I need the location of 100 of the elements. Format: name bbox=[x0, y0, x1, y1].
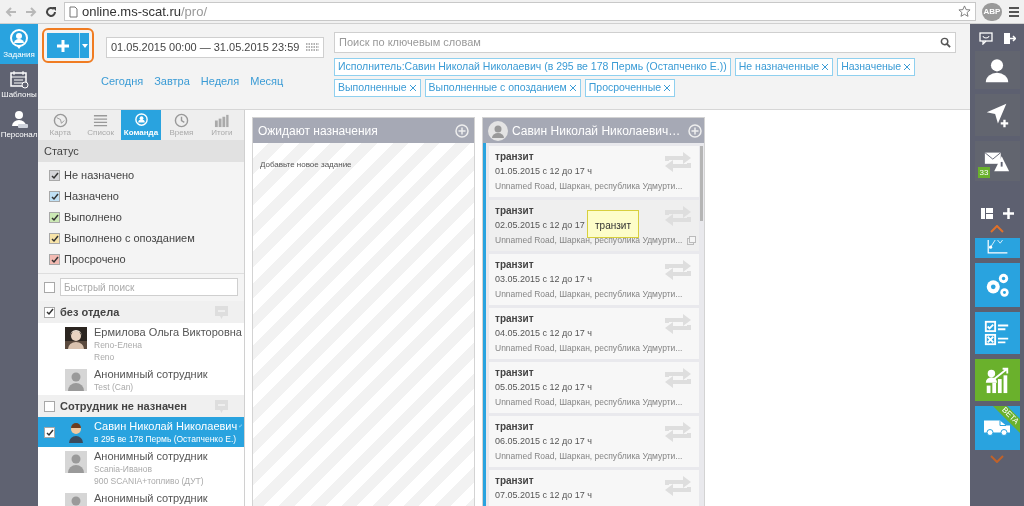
status-label: Выполнено с опозданием bbox=[64, 231, 195, 247]
check-icon bbox=[50, 192, 59, 201]
close-icon[interactable] bbox=[408, 84, 417, 92]
list-icon bbox=[93, 113, 109, 128]
range-link[interactable]: Завтра bbox=[154, 73, 190, 90]
filter-tag[interactable]: Просроченные bbox=[584, 79, 675, 97]
search-icon[interactable] bbox=[940, 37, 951, 48]
employee-detail: Reno-Елена bbox=[94, 339, 143, 351]
task-card[interactable]: транзит 02.05.2015 с 12 до 17 транзит Unnamed Road, Шаркан, республика Удмурти... bbox=[489, 200, 699, 251]
task-date: 05.05.2015 с 12 до 17 ч bbox=[495, 381, 592, 394]
layout-icon[interactable] bbox=[980, 207, 993, 219]
task-card[interactable]: транзит 01.05.2015 с 12 до 17 ч Unnamed Road, Шаркан, республика Удмурти... bbox=[489, 146, 699, 197]
sidebar-tile[interactable] bbox=[974, 238, 1020, 258]
task-address: Unnamed Road, Шаркан, республика Удмурти... bbox=[495, 450, 683, 463]
avatar-icon bbox=[488, 120, 508, 141]
nav-item[interactable]: Персонал bbox=[0, 104, 38, 144]
star-icon[interactable] bbox=[958, 5, 971, 18]
menu-icon[interactable] bbox=[1008, 5, 1020, 18]
filter-tag[interactable]: Не назначенные bbox=[734, 58, 834, 76]
filter-tag[interactable]: Выполненные bbox=[334, 79, 421, 97]
checklist-icon bbox=[983, 319, 1011, 347]
repeat-icon bbox=[663, 259, 693, 281]
checkbox[interactable] bbox=[44, 306, 55, 318]
checkbox[interactable] bbox=[44, 427, 55, 438]
employee-detail: Scania-Иванов bbox=[94, 463, 153, 475]
repeat-icon bbox=[663, 313, 693, 335]
task-title: транзит bbox=[495, 150, 534, 164]
search-field[interactable]: Быстрый поиск bbox=[60, 278, 238, 296]
task-card[interactable]: транзит 05.05.2015 с 12 до 17 ч Unnamed Road, Шаркан, республика Удмурти... bbox=[489, 362, 699, 413]
employee-name: Савин Николай Николаевич bbox=[94, 419, 238, 433]
task-address: Unnamed Road, Шаркан, республика Удмурти... bbox=[495, 234, 683, 247]
employee-row[interactable]: Анонимный сотрудник bbox=[38, 489, 244, 506]
logout-icon[interactable] bbox=[1002, 31, 1016, 45]
checkbox[interactable] bbox=[49, 254, 60, 265]
sidebar-tile[interactable] bbox=[974, 312, 1020, 354]
employee-name: Анонимный сотрудник bbox=[94, 367, 208, 381]
url-text: online.ms-scat.ru/pro/ bbox=[82, 2, 207, 21]
plus-icon[interactable] bbox=[1002, 207, 1014, 219]
employee-detail: 900 SCANIA+топливо (ДУТ) bbox=[94, 475, 205, 487]
add-circle-icon[interactable] bbox=[688, 123, 703, 138]
repeat-icon bbox=[663, 421, 693, 443]
employee-row[interactable]: Савин Николай Николаевич в 295 ве 178 Пермь (Остапченко Е.) bbox=[38, 417, 244, 447]
employee-row[interactable]: Анонимный сотрудник Test (Can) bbox=[38, 365, 244, 395]
checkbox[interactable] bbox=[44, 281, 55, 293]
nav-item[interactable]: Шаблоны bbox=[0, 64, 38, 104]
chat-icon[interactable] bbox=[978, 31, 993, 45]
check-icon bbox=[45, 428, 54, 437]
count-badge: 33 bbox=[977, 167, 991, 178]
task-card[interactable]: транзит 04.05.2015 с 12 до 17 ч Unnamed Road, Шаркан, республика Удмурти... bbox=[489, 308, 699, 359]
view-tab[interactable]: Команда bbox=[120, 110, 162, 140]
task-card[interactable]: транзит 07.05.2015 с 12 до 17 ч bbox=[489, 470, 699, 506]
close-icon[interactable] bbox=[663, 84, 671, 92]
chevron-up-icon[interactable] bbox=[990, 225, 1004, 233]
calendar-grid-icon[interactable] bbox=[306, 43, 319, 52]
close-icon[interactable] bbox=[903, 63, 912, 71]
sidebar-tile[interactable] bbox=[974, 94, 1020, 136]
view-tab[interactable]: Карта bbox=[40, 110, 81, 140]
filter-tag[interactable]: Назначеные bbox=[837, 58, 916, 76]
avatar-icon bbox=[65, 369, 87, 391]
checkbox[interactable] bbox=[49, 233, 60, 244]
view-tab[interactable]: Время bbox=[161, 110, 202, 140]
filter-tag[interactable]: Выполненные с опозданием bbox=[424, 79, 581, 97]
view-tab[interactable]: Итоги bbox=[201, 110, 243, 140]
address-bar[interactable]: online.ms-scat.ru/pro/ bbox=[64, 2, 976, 21]
range-link[interactable]: Сегодня bbox=[101, 73, 144, 90]
repeat-icon bbox=[663, 367, 693, 389]
task-card[interactable]: транзит 06.05.2015 с 12 до 17 ч Unnamed Road, Шаркан, республика Удмурти... bbox=[489, 416, 699, 467]
employee-row[interactable]: Ермилова Ольга Викторовна Reno-Елена Reno bbox=[38, 323, 244, 365]
add-button[interactable] bbox=[47, 33, 89, 58]
sidebar-tile[interactable]: 33 bbox=[974, 141, 1020, 181]
sidebar-tile[interactable] bbox=[974, 51, 1020, 89]
view-tab[interactable]: Список bbox=[80, 110, 121, 140]
checkbox[interactable] bbox=[44, 400, 55, 412]
date-range-field[interactable]: 01.05.2015 00:00 — 31.05.2015 23:59 bbox=[106, 37, 324, 58]
task-card[interactable]: транзит 03.05.2015 с 12 до 17 ч Unnamed Road, Шаркан, республика Удмурти... bbox=[489, 254, 699, 305]
status-label: Выполнено bbox=[64, 210, 122, 226]
sidebar-tile[interactable] bbox=[974, 263, 1020, 307]
repeat-icon bbox=[663, 151, 693, 173]
filter-tag[interactable]: Исполнитель:Савин Николай Николаевич (в 295 ве 178 Пермь (Остапченко Е.)) bbox=[334, 58, 731, 76]
nav-item[interactable]: Задания bbox=[0, 24, 38, 64]
checkbox[interactable] bbox=[49, 212, 60, 223]
search-field[interactable]: Поиск по ключевым словам bbox=[334, 32, 956, 53]
column-title: Савин Николай Николаевич… bbox=[512, 122, 681, 140]
checkbox[interactable] bbox=[49, 170, 60, 181]
range-link[interactable]: Месяц bbox=[250, 73, 284, 90]
employee-detail: Reno bbox=[94, 351, 116, 363]
add-circle-icon[interactable] bbox=[455, 123, 469, 138]
task-date: 04.05.2015 с 12 до 17 ч bbox=[495, 327, 592, 340]
reload-icon[interactable] bbox=[44, 4, 58, 19]
close-icon[interactable] bbox=[568, 84, 577, 92]
checkbox[interactable] bbox=[49, 191, 60, 202]
sidebar-tile[interactable] bbox=[974, 359, 1020, 401]
extension-button[interactable]: ABP bbox=[982, 2, 1002, 21]
status-label: Просрочено bbox=[64, 252, 126, 268]
group-name: Сотрудник не назначен bbox=[60, 398, 188, 414]
close-icon[interactable] bbox=[821, 63, 830, 71]
range-link[interactable]: Неделя bbox=[200, 73, 240, 90]
scrollbar-thumb[interactable] bbox=[700, 146, 703, 221]
group-name: без отдела bbox=[60, 304, 121, 320]
employee-row[interactable]: Анонимный сотрудник Scania-Иванов 900 SCANIA+топливо (ДУТ) bbox=[38, 447, 244, 489]
